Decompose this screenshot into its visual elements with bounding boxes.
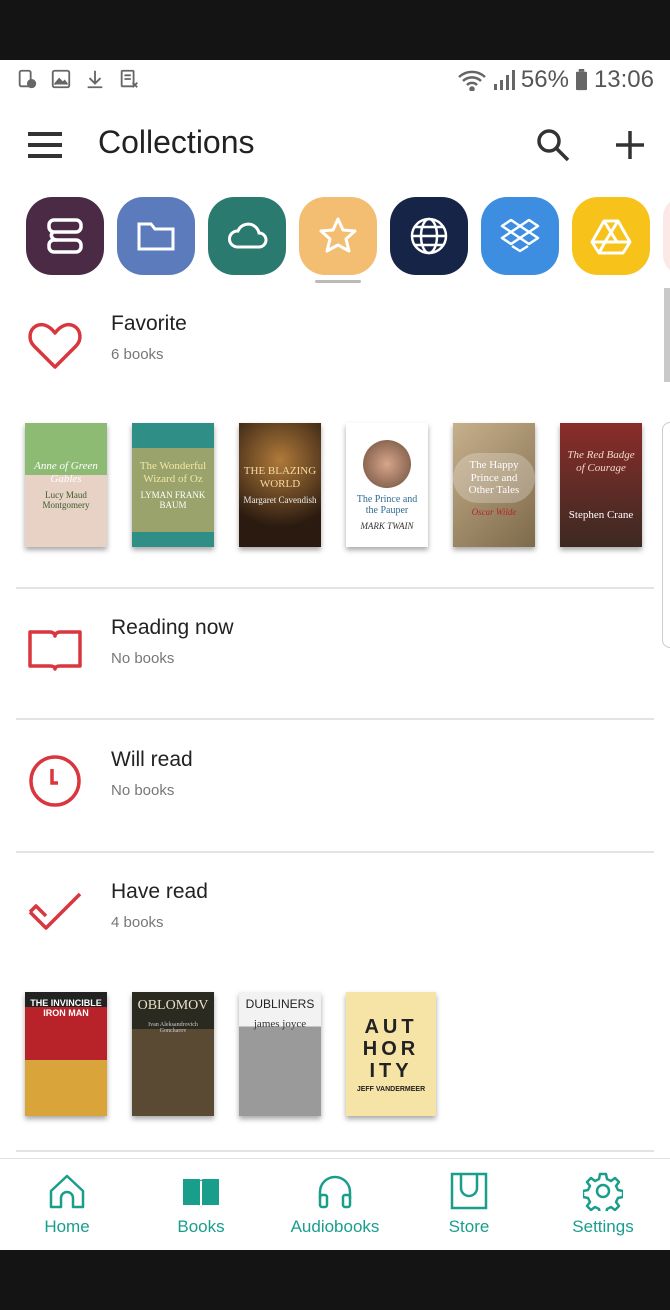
open-book-icon (28, 630, 82, 671)
collection-title: Reading now (111, 616, 234, 639)
store-bag-icon (450, 1172, 488, 1210)
folder-icon (137, 222, 175, 251)
nav-label: Home (44, 1217, 90, 1236)
status-bar: 56% 13:06 (0, 60, 670, 100)
book-cover[interactable]: AUT HOR ITY JEFF VANDERMEER (346, 992, 436, 1116)
book-row-have-read: THE INVINCIBLE IRON MAN OBLOMOV Ivan Ale… (25, 992, 436, 1116)
page-title: Collections (98, 124, 255, 160)
nav-label: Audiobooks (290, 1217, 380, 1236)
checkmark-icon (28, 892, 82, 930)
device-bottom-bezel (0, 1250, 670, 1310)
divider (16, 718, 654, 720)
drive-icon (590, 219, 632, 255)
stack-icon (47, 218, 83, 254)
nav-books[interactable]: Books (134, 1159, 268, 1250)
image-icon (51, 69, 71, 89)
search-icon[interactable] (535, 127, 571, 163)
book-row-favorite: Anne of Green Gables Lucy Maud Montgomer… (25, 423, 642, 547)
battery-icon (575, 69, 587, 91)
wifi-icon (458, 70, 486, 91)
clock-time: 13:06 (593, 66, 654, 93)
collection-count: No books (111, 782, 175, 799)
nav-label: Books (177, 1217, 225, 1236)
collection-header-have-read[interactable]: Have read 4 books (0, 870, 670, 960)
bottom-nav: Home Books Audiobooks Store Settings (0, 1158, 670, 1250)
source-chip-favorites[interactable] (299, 197, 377, 283)
gear-icon (583, 1172, 623, 1211)
collection-count: No books (111, 650, 175, 667)
book-cover[interactable]: OBLOMOV Ivan Aleksandrovich Goncharov (132, 992, 214, 1116)
download-icon (87, 70, 103, 89)
battery-percent: 56% (520, 66, 569, 93)
app-notification-icon (120, 69, 138, 88)
heart-icon (28, 322, 82, 369)
nav-home[interactable]: Home (0, 1159, 134, 1250)
nav-label: Settings (572, 1217, 634, 1236)
book-cover[interactable]: DUBLINERS james joyce (239, 992, 321, 1116)
source-chip-cloud[interactable] (208, 197, 286, 275)
collection-header-will-read[interactable]: Will read No books (0, 738, 670, 828)
collection-title: Favorite (111, 312, 187, 335)
source-chip-row (26, 197, 670, 287)
clock-icon (29, 755, 81, 807)
book-cover[interactable]: The Red Badge of Courage Stephen Crane (560, 423, 642, 547)
book-icon (183, 1179, 219, 1207)
collection-title: Will read (111, 748, 193, 771)
collection-count: 6 books (111, 346, 164, 363)
book-cover[interactable]: THE INVINCIBLE IRON MAN (25, 992, 107, 1116)
divider (16, 851, 654, 853)
home-icon (49, 1174, 85, 1209)
source-chip-folder[interactable] (117, 197, 195, 275)
portrait-illustration (363, 439, 411, 488)
star-icon (319, 217, 357, 253)
collection-header-favorite[interactable]: Favorite 6 books (0, 302, 670, 392)
source-chip-stack[interactable] (26, 197, 104, 275)
divider (16, 587, 654, 589)
app-bar: Collections (0, 110, 670, 180)
book-cover[interactable]: The Happy Prince and Other Tales Oscar W… (453, 423, 535, 547)
source-chip-web[interactable] (390, 197, 468, 275)
cloud-icon (228, 222, 268, 249)
collection-title: Have read (111, 880, 208, 903)
source-chip-dropbox[interactable] (481, 197, 559, 275)
add-icon[interactable] (612, 127, 648, 163)
book-cover[interactable]: The Wonderful Wizard of Oz LYMAN FRANK B… (132, 423, 214, 547)
globe-icon (410, 217, 448, 255)
source-chip-more[interactable] (663, 197, 670, 275)
signal-icon (493, 70, 515, 90)
nav-audiobooks[interactable]: Audiobooks (268, 1159, 402, 1250)
menu-icon[interactable] (28, 130, 62, 160)
device-top-bezel (0, 0, 670, 60)
source-chip-drive[interactable] (572, 197, 650, 275)
book-cover[interactable]: THE BLAZING WORLD Margaret Cavendish (239, 423, 321, 547)
nav-label: Store (448, 1217, 490, 1236)
divider (16, 1150, 654, 1152)
screenshot-icon (18, 69, 37, 89)
nav-settings[interactable]: Settings (536, 1159, 670, 1250)
book-cover[interactable]: The Prince and the Pauper MARK TWAIN (346, 423, 428, 547)
headphones-icon (318, 1175, 352, 1209)
collection-header-reading-now[interactable]: Reading now No books (0, 606, 670, 696)
collection-count: 4 books (111, 914, 164, 931)
app-screen: 56% 13:06 Collections Favorite 6 books A… (0, 60, 670, 1250)
book-cover[interactable]: Anne of Green Gables Lucy Maud Montgomer… (25, 423, 107, 547)
nav-store[interactable]: Store (402, 1159, 536, 1250)
dropbox-icon (500, 218, 540, 253)
